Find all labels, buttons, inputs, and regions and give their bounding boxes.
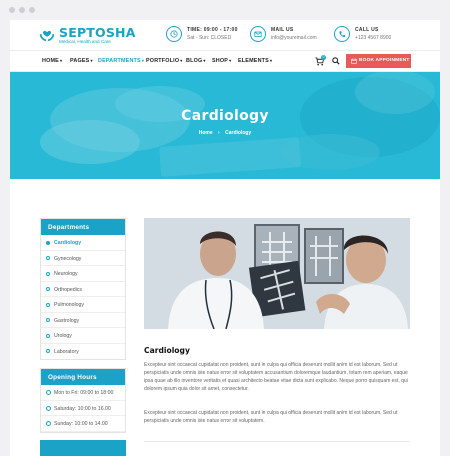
doctors-xray-image <box>144 218 410 329</box>
opening-hours-heading: Opening Hours <box>41 369 125 385</box>
bullet-icon <box>46 333 50 338</box>
nav-item-shop[interactable]: SHOP▾ <box>212 58 231 64</box>
phone-icon <box>334 26 350 42</box>
nav-item-home[interactable]: HOME▾ <box>42 58 62 64</box>
calendar-icon <box>351 58 357 64</box>
bullet-icon <box>46 271 50 276</box>
opening-hours-widget: Opening Hours Mon to Fri: 09:00 to 18:00… <box>40 368 126 433</box>
brand-name: SEPTOSHA <box>59 25 136 40</box>
brand-tagline: Medical, Health and Care <box>59 39 111 44</box>
department-photo <box>144 218 410 329</box>
department-item-orthopedics[interactable]: Orthopedics <box>41 282 125 297</box>
bullet-icon <box>46 240 50 245</box>
top-header: SEPTOSHA Medical, Health and Care TIME: … <box>10 20 440 50</box>
contact-detail: +123 4567 8900 <box>355 35 392 41</box>
contact-detail: info@youremail.com <box>271 35 317 41</box>
departments-heading: Departments <box>41 219 125 235</box>
content-paragraph: Excepteur sint occaecat cupidatat non pr… <box>144 410 398 424</box>
content-paragraph: Excepteur sint occaecat cupidatat non pr… <box>144 362 408 392</box>
hands-heart-icon <box>39 30 55 42</box>
bullet-icon <box>46 256 50 260</box>
window-dot[interactable] <box>9 7 15 13</box>
browser-chrome <box>0 0 450 20</box>
nav-item-portfolio[interactable]: PORTFOLIO▾ <box>146 58 182 64</box>
breadcrumb-separator: › <box>218 130 220 136</box>
bullet-icon <box>46 302 50 307</box>
department-item-cardiology[interactable]: Cardiology <box>41 235 125 251</box>
chevron-down-icon: ▾ <box>59 58 63 63</box>
next-widget <box>40 440 126 456</box>
clock-icon <box>166 26 182 42</box>
hero-banner: Cardiology Home › Cardiology <box>10 72 440 179</box>
bullet-icon <box>46 349 50 353</box>
contact-title: TIME: 09:00 - 17:00 <box>187 27 238 33</box>
clock-icon <box>46 390 51 395</box>
contact-title: MAIL US <box>271 27 294 33</box>
breadcrumb: Home › Cardiology <box>10 130 440 136</box>
department-item-neurology[interactable]: Neurology <box>41 266 125 282</box>
chevron-down-icon: ▾ <box>203 58 206 63</box>
chevron-down-icon: ▾ <box>180 58 183 63</box>
hours-row: Saturday: 10:00 to 16.00 <box>41 401 125 416</box>
chevron-down-icon: ▾ <box>90 58 93 63</box>
chevron-down-icon: ▾ <box>229 58 232 63</box>
window-dot[interactable] <box>29 7 35 13</box>
department-item-pulmonology[interactable]: Pulmonology <box>41 297 125 313</box>
chevron-down-icon: ▾ <box>141 58 145 63</box>
department-item-urology[interactable]: Urology <box>41 328 125 344</box>
mail-icon <box>250 26 266 42</box>
clock-icon <box>46 421 51 426</box>
next-widget-heading <box>40 440 126 456</box>
main-nav: HOME▾ PAGES▾ DEPARTMENTS▾ PORTFOLIO▾ BLO… <box>10 50 440 72</box>
hero-background-image <box>10 72 440 179</box>
cart-count-badge: 0 <box>321 55 326 60</box>
department-item-gynecology[interactable]: Gynecology <box>41 251 125 266</box>
nav-item-pages[interactable]: PAGES▾ <box>70 58 93 64</box>
contact-title: CALL US <box>355 27 379 33</box>
nav-item-elements[interactable]: ELEMENTS▾ <box>238 58 272 64</box>
clock-icon <box>46 405 51 411</box>
logo[interactable]: SEPTOSHA Medical, Health and Care <box>38 25 158 47</box>
breadcrumb-home-link[interactable]: Home <box>199 130 213 136</box>
contact-detail: Sat - Sun: CLOSED <box>187 35 232 41</box>
book-appointment-button[interactable]: BOOK APPOINMENT <box>346 54 411 68</box>
page-title: Cardiology <box>181 108 269 124</box>
window-dot[interactable] <box>19 7 25 13</box>
content-heading: Cardiology <box>144 346 190 355</box>
nav-item-blog[interactable]: BLOG▾ <box>186 58 206 64</box>
nav-item-departments[interactable]: DEPARTMENTS▾ <box>98 58 144 64</box>
bullet-icon <box>46 287 50 291</box>
search-icon[interactable] <box>332 57 340 65</box>
content-divider <box>144 441 410 442</box>
hours-row: Sunday: 10:00 to 14.00 <box>41 416 125 432</box>
book-appointment-label: BOOK APPOINMENT <box>359 58 410 63</box>
chevron-down-icon: ▾ <box>269 58 273 63</box>
web-page: SEPTOSHA Medical, Health and Care TIME: … <box>10 20 440 456</box>
hours-row: Mon to Fri: 09:00 to 18:00 <box>41 385 125 401</box>
departments-widget: Departments Cardiology Gynecology Neurol… <box>40 218 126 360</box>
department-item-laboratory[interactable]: Laboratory <box>41 344 125 360</box>
breadcrumb-current: Cardiology <box>225 130 252 136</box>
department-item-gastrology[interactable]: Gastrology <box>41 313 125 328</box>
bullet-icon <box>46 318 50 322</box>
